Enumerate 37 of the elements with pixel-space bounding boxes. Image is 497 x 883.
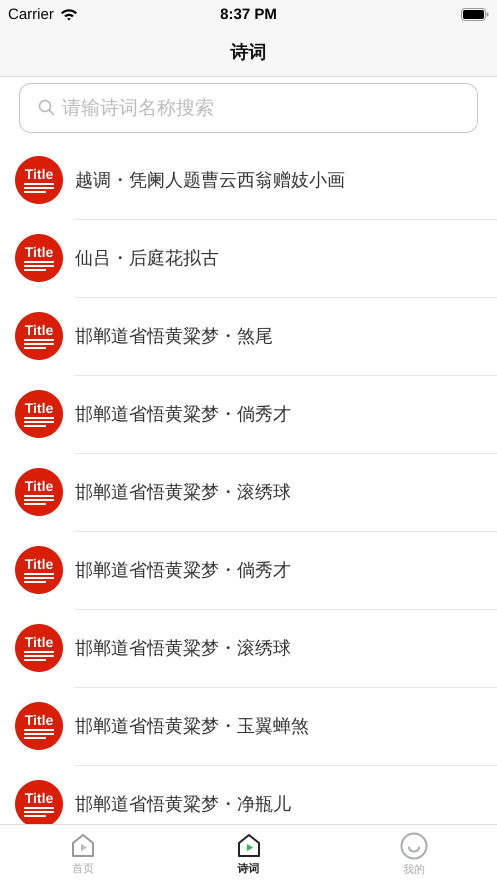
poem-title: 邯郸道省悟黄粱梦・滚绣球 <box>75 480 291 504</box>
poem-title: 邯郸道省悟黄粱梦・滚绣球 <box>75 636 291 660</box>
tab-item[interactable]: 诗词 <box>166 825 332 883</box>
wifi-icon <box>60 8 78 20</box>
poem-title: 邯郸道省悟黄粱梦・倘秀才 <box>75 402 291 426</box>
clock-time: 8:37 PM <box>220 6 277 22</box>
page-title: 诗词 <box>230 41 266 64</box>
list-item[interactable]: Title 越调・凭阑人题曹云西翁赠妓小画 <box>0 141 497 219</box>
search-icon <box>38 99 55 116</box>
carrier-label: Carrier <box>8 6 54 22</box>
title-logo: Title <box>15 468 63 516</box>
list-item[interactable]: Title 邯郸道省悟黄粱梦・煞尾 <box>0 297 497 375</box>
list-item[interactable]: Title 仙吕・后庭花拟古 <box>0 219 497 297</box>
list-item[interactable]: Title 邯郸道省悟黄粱梦・滚绣球 <box>0 453 497 531</box>
poem-title: 邯郸道省悟黄粱梦・倘秀才 <box>75 558 291 582</box>
title-logo: Title <box>15 780 63 824</box>
house-play-icon <box>236 832 262 858</box>
poem-title: 仙吕・后庭花拟古 <box>75 246 219 270</box>
title-logo: Title <box>15 156 63 204</box>
title-logo: Title <box>15 390 63 438</box>
title-logo: Title <box>15 702 63 750</box>
list-item[interactable]: Title 邯郸道省悟黄粱梦・玉翼蝉煞 <box>0 687 497 765</box>
list-item[interactable]: Title 邯郸道省悟黄粱梦・滚绣球 <box>0 609 497 687</box>
poem-title: 邯郸道省悟黄粱梦・净瓶儿 <box>75 793 291 816</box>
smile-icon <box>400 832 428 860</box>
title-logo: Title <box>15 234 63 282</box>
poem-title: 邯郸道省悟黄粱梦・煞尾 <box>75 324 273 348</box>
poem-title: 越调・凭阑人题曹云西翁赠妓小画 <box>75 168 345 192</box>
poem-title: 邯郸道省悟黄粱梦・玉翼蝉煞 <box>75 714 309 738</box>
house-play-icon <box>70 832 96 858</box>
title-logo: Title <box>15 546 63 594</box>
title-logo: Title <box>15 624 63 672</box>
search-field[interactable]: 请输诗词名称搜索 <box>19 83 478 133</box>
title-logo: Title <box>15 312 63 360</box>
list-item[interactable]: Title 邯郸道省悟黄粱梦・倘秀才 <box>0 375 497 453</box>
battery-icon <box>460 8 489 20</box>
list-item[interactable]: Title 邯郸道省悟黄粱梦・倘秀才 <box>0 531 497 609</box>
